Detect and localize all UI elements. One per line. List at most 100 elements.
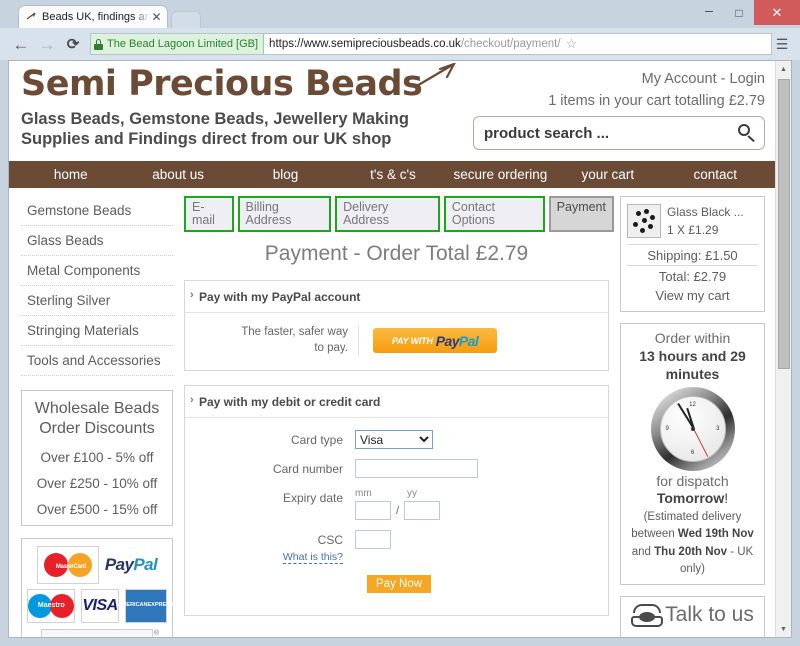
discount-tier-3: Over £500 - 15% off	[36, 502, 158, 517]
expiry-yy-hint: yy	[407, 488, 417, 500]
payment-logos-row-2: Maestro VISA AMERICAN EXPRESS	[27, 589, 173, 623]
site-header: Semi Precious Beads Glass Beads, Gemston…	[21, 61, 765, 161]
sidebar-item-sterling-silver[interactable]: Sterling Silver	[21, 286, 173, 316]
godaddy-seal[interactable]: GODADDY VERIFIED & SECURED VERIFY SECURI…	[41, 629, 159, 637]
countdown-line-1: 13 hours and 29	[639, 348, 746, 364]
sidebar-item-tools-and-accessories[interactable]: Tools and Accessories	[21, 346, 173, 376]
search-icon[interactable]	[737, 123, 756, 143]
reload-icon[interactable]: ⟳	[60, 37, 86, 52]
dispatch-day: Tomorrow!	[627, 490, 758, 506]
browser-menu-icon[interactable]: ☰	[772, 37, 792, 51]
tagline-line-1: Glass Beads, Gemstone Beads, Jewellery M…	[21, 110, 409, 128]
security-badge[interactable]: The Bead Lagoon Limited [GB]	[91, 34, 265, 54]
step-contact-options[interactable]: Contact Options	[443, 196, 545, 232]
web-page: Semi Precious Beads Glass Beads, Gemston…	[9, 61, 777, 637]
card-number-input[interactable]	[355, 459, 478, 479]
godaddy-seal-text: GODADDY VERIFIED & SECURED VERIFY SECURI…	[69, 633, 148, 637]
credit-card-heading-label: Pay with my debit or credit card	[199, 395, 381, 410]
csc-input[interactable]	[355, 530, 391, 550]
sidebar-item-glass-beads[interactable]: Glass Beads	[21, 226, 173, 256]
nav-item-your-cart[interactable]: your cart	[554, 167, 661, 182]
mini-cart-total: Total: £2.79	[627, 265, 758, 286]
nav-item-secure-ordering[interactable]: secure ordering	[447, 167, 554, 182]
nav-item-blog[interactable]: blog	[232, 167, 339, 182]
back-icon[interactable]: ←	[8, 36, 34, 53]
page-columns: Gemstone Beads Glass Beads Metal Compone…	[21, 188, 765, 637]
search-box[interactable]: product search ...	[473, 116, 765, 150]
browser-window: Beads UK, findings and je ✕ – □ ✕ ← → ⟳ …	[0, 0, 800, 646]
wholesale-discounts-panel: Wholesale Beads Order Discounts Over £10…	[21, 390, 173, 526]
paypal-blurb-line-1: The faster, safer way	[241, 326, 348, 338]
visa-icon: VISA	[81, 589, 119, 623]
for-dispatch-label: for dispatch	[656, 473, 729, 489]
step-delivery-address[interactable]: Delivery Address	[335, 196, 440, 232]
cart-summary-text[interactable]: 1 items in your cart totalling £2.79	[466, 93, 765, 109]
scroll-up-arrow-icon[interactable]: ▲	[776, 61, 791, 77]
nav-item-terms[interactable]: t's & c's	[339, 167, 446, 182]
estimate-and: and	[631, 545, 655, 558]
close-window-button[interactable]: ✕	[754, 0, 800, 25]
paypal-section-heading: › Pay with my PayPal account	[185, 281, 608, 313]
csc-row: CSC What is this?	[185, 530, 608, 565]
search-input[interactable]: product search ...	[484, 125, 737, 142]
tab-close-icon[interactable]: ✕	[150, 10, 163, 24]
brand-column: Semi Precious Beads Glass Beads, Gemston…	[21, 62, 466, 149]
nav-item-about-us[interactable]: about us	[124, 167, 231, 182]
address-bar[interactable]: The Bead Lagoon Limited [GB] https://www…	[90, 33, 772, 55]
lock-icon	[94, 38, 103, 50]
expiry-separator: /	[396, 504, 400, 517]
browser-tab[interactable]: Beads UK, findings and je ✕	[18, 5, 168, 28]
sidebar-item-stringing-materials[interactable]: Stringing Materials	[21, 316, 173, 346]
pay-now-button[interactable]: Pay Now	[367, 575, 432, 594]
discount-tier-2: Over £250 - 10% off	[36, 476, 158, 491]
tab-strip: Beads UK, findings and je ✕	[18, 5, 201, 28]
csc-label: CSC	[317, 533, 343, 548]
maximize-button[interactable]: □	[724, 0, 754, 25]
expiry-month-input[interactable]	[355, 501, 391, 521]
card-type-select[interactable]: Visa	[355, 430, 433, 450]
account-login-link[interactable]: My Account - Login	[466, 71, 765, 87]
amex-icon: AMERICAN EXPRESS	[118, 589, 173, 623]
ev-certificate-label: The Bead Lagoon Limited [GB]	[107, 38, 259, 50]
countdown-timer: 13 hours and 29 minutes	[627, 348, 758, 383]
what-is-this-link[interactable]: What is this?	[282, 551, 343, 565]
site-logo-text: Semi Precious Beads	[21, 64, 423, 104]
dispatch-day-punct: !	[724, 490, 729, 506]
product-thumbnail	[627, 204, 661, 238]
nav-item-home[interactable]: home	[17, 167, 124, 182]
bookmark-star-icon[interactable]: ☆	[561, 36, 583, 52]
step-email[interactable]: E-mail	[184, 196, 234, 232]
expiry-row: Expiry date mm yy /	[185, 488, 608, 521]
scroll-down-arrow-icon[interactable]: ▼	[776, 621, 791, 637]
dispatch-countdown-panel: Order within 13 hours and 29 minutes 12 …	[620, 323, 765, 585]
expiry-year-input[interactable]	[404, 501, 441, 521]
new-tab-button[interactable]	[171, 11, 201, 28]
card-number-row: Card number	[185, 459, 608, 479]
credit-card-form: Card type Visa Card number Expiry date m…	[185, 418, 608, 615]
clock-number-3: 3	[716, 426, 720, 432]
discounts-title-line-2: Order Discounts	[39, 420, 155, 437]
main-navigation: home about us blog t's & c's secure orde…	[9, 161, 777, 188]
sidebar-item-gemstone-beads[interactable]: Gemstone Beads	[21, 196, 173, 226]
mini-cart-shipping: Shipping: £1.50	[627, 244, 758, 265]
step-billing-address[interactable]: Billing Address	[237, 196, 332, 232]
forward-icon[interactable]: →	[34, 36, 60, 53]
site-logo[interactable]: Semi Precious Beads	[21, 62, 466, 104]
view-my-cart-link[interactable]: View my cart	[627, 286, 758, 305]
pay-with-paypal-button[interactable]: PAY WITH PayPal	[373, 328, 497, 354]
payment-logos-row-1: MasterCard PayPal	[28, 546, 166, 584]
mini-cart-item[interactable]: Glass Black ... 1 X £1.29	[627, 203, 758, 244]
order-within-label: Order within	[654, 330, 731, 346]
sidebar-item-metal-components[interactable]: Metal Components	[21, 256, 173, 286]
payment-logos-panel: MasterCard PayPal Maestro VISA AMERICAN …	[21, 538, 173, 637]
maestro-icon: Maestro	[27, 589, 76, 623]
telephone-icon	[631, 603, 664, 627]
left-sidebar: Gemstone Beads Glass Beads Metal Compone…	[21, 196, 173, 637]
minimize-button[interactable]: –	[694, 0, 724, 25]
page-scrollbar[interactable]: ▲ ▼	[775, 61, 791, 637]
nav-item-contact[interactable]: contact	[662, 167, 769, 182]
scrollbar-thumb[interactable]	[778, 79, 790, 369]
phone-number[interactable]: 0800 270 7678	[627, 633, 758, 637]
browser-titlebar: Beads UK, findings and je ✕ – □ ✕	[0, 0, 800, 28]
step-payment[interactable]: Payment	[548, 196, 614, 232]
